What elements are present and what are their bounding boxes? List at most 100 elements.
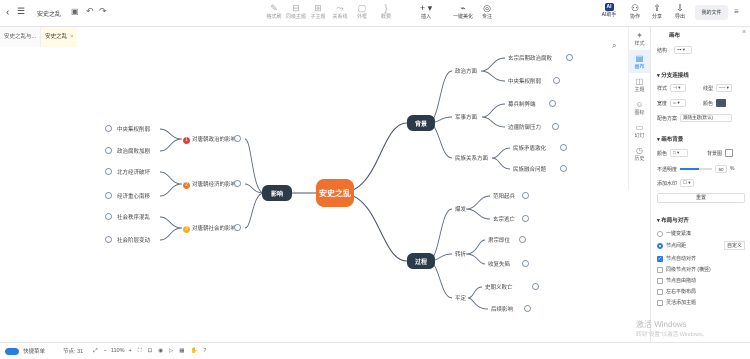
opacity-slider[interactable] [680,168,713,170]
document-title[interactable]: 安史之乱 [37,9,61,18]
opacity-input[interactable]: 60 [715,165,728,173]
shortcut-menu-toggle[interactable] [5,347,19,355]
list-item[interactable]: 募兵制弊端 [508,100,536,108]
more-icon[interactable]: ≡ [734,7,739,16]
close-icon[interactable]: × [70,27,73,47]
status-bar: 快捷菜单 节点: 31 ⤢ − 110% + ⛶ ⊡ ◉ ▷ ▦ ✋ ? [0,342,750,359]
zoom-out-button[interactable]: − [104,348,107,354]
minimap-icon[interactable]: ⊡ [148,348,153,354]
subtopic-military[interactable]: 军事方面 [455,113,477,121]
focus-button[interactable]: ◎ 专注 [476,3,498,21]
export-button[interactable]: ⇩ 导出 [671,4,689,21]
list-item[interactable]: 民族矛盾激化 [513,144,546,152]
option-compact[interactable]: 一键变紧凑 [657,230,691,237]
tab-theme[interactable]: ◫ 主题 [629,73,650,96]
share-button[interactable]: ⇪ 分享 [648,4,666,21]
menu-icon[interactable]: ☰ [17,6,25,17]
list-item[interactable]: 民族融合问题 [513,165,546,173]
line-style-select[interactable]: ⊣ ▾ [670,84,687,92]
tab-current[interactable]: 安史之乱 × [41,27,78,47]
topic-process[interactable]: 过程 [407,253,435,269]
checkbox-auto-align[interactable]: ✓ 节点自动对齐 [657,255,696,262]
tab-canvas[interactable]: ▤ 画布 [629,50,650,73]
tab-style[interactable]: ✦ 样式 [629,27,650,50]
list-item[interactable]: 玄宗后期政治腐败 [508,54,552,62]
topic-background[interactable]: 背景 [407,115,435,131]
tab-first[interactable]: 安史之乱与... [0,27,42,47]
collab-button[interactable]: ⚇ 协作 [626,4,644,21]
relation-line-button[interactable]: ⤳ 关系线 [329,4,351,21]
insert-button[interactable]: + ▾ 插入 [414,4,438,21]
structure-select[interactable]: ⊶ ▾ [674,46,693,54]
list-item[interactable]: 收复失陷 [488,260,510,268]
bg-image-icon[interactable] [725,149,734,157]
redo-icon[interactable]: ↷ [99,6,107,17]
node-marker-icon [566,54,573,61]
mindmap-canvas[interactable]: 安史之乱 背景 过程 影响 政治方面 军事方面 民族关系方面 玄宗后期政治腐败 … [0,41,628,342]
watermark-select[interactable]: ☐ ▾ [680,179,695,187]
undo-icon[interactable]: ↶ [86,6,94,17]
subtopic-ethnic[interactable]: 民族关系方面 [455,154,488,162]
line-color-swatch[interactable] [716,99,727,107]
list-item[interactable]: 北方经济破坏 [117,168,150,176]
reset-button[interactable]: 重置 [657,193,745,203]
list-item[interactable]: 史朝义败亡 [485,283,513,291]
list-item[interactable]: 社会阶层变动 [117,236,150,244]
present-icon[interactable]: ▷ [169,348,173,354]
brush-icon: ✎ [270,3,278,13]
list-item[interactable]: 玄宗逃亡 [493,215,515,223]
tab-icon[interactable]: ☺ 图标 [629,96,650,119]
child-topic-button[interactable]: ⊞ 子主题 [307,4,329,21]
checkbox-flex-add[interactable]: 灵活添加主题 [657,299,696,306]
tab-history[interactable]: ◷ 历史 [629,142,650,165]
subtopic-politics[interactable]: 政治方面 [455,67,477,75]
summary-button[interactable]: } 概要 [375,4,397,21]
list-item[interactable]: 中央集权削弱 [117,125,150,133]
line-type-select[interactable]: ── ▾ [716,84,733,92]
back-icon[interactable]: ‹ [6,7,9,18]
fit-icon[interactable]: ⤢ [93,348,97,355]
subtopic-impact-politics[interactable]: 1 对唐朝政治的影响 [183,135,236,144]
list-item[interactable]: 政治腐败加剧 [117,147,150,155]
spacing-custom-button[interactable]: 自定义 [723,241,745,250]
list-item[interactable]: 社会秩序混乱 [117,213,150,221]
topic-impact[interactable]: 影响 [262,185,292,201]
option-spacing[interactable]: 节点间距 自定义 [657,241,745,250]
help-icon[interactable]: ? [203,348,206,354]
subtopic-impact-economy[interactable]: 2 对唐朝经济的影响 [183,180,236,189]
list-item[interactable]: 后续影响 [491,305,513,313]
locate-icon[interactable]: ◉ [158,348,163,354]
sibling-topic-button[interactable]: ⊟ 同级主题 [285,4,307,21]
my-files-button[interactable]: 我的文件 [695,5,728,20]
checkbox-free-drag[interactable]: 节点自由拖动 [657,277,696,284]
subtopic-outbreak[interactable]: 爆发 [455,205,466,213]
zoom-in-button[interactable]: + [129,348,132,354]
hand-tool-icon[interactable]: ✋ [190,348,197,354]
grid-icon[interactable]: ▦ [179,348,184,354]
zoom-level[interactable]: 110% [111,348,125,354]
format-painter-button[interactable]: ✎ 格式刷 [263,3,285,21]
list-item[interactable]: 范阳起兵 [493,192,515,200]
outline-button[interactable]: ▢ 外框 [351,4,373,21]
list-item[interactable]: 边疆防御压力 [508,123,541,131]
ai-assistant-button[interactable]: AI AI助手 [598,3,620,18]
checkbox-sibling-align[interactable]: 同级节点对齐 (横竖) [657,266,711,273]
tab-slides[interactable]: ▭ 幻灯 [629,119,650,142]
color-scheme-select[interactable]: 跟随主题(默认) [680,114,733,122]
list-item[interactable]: 肃宗即位 [488,236,510,244]
list-item[interactable]: 中央集权削弱 [508,77,541,85]
subtopic-end[interactable]: 平定 [455,294,466,302]
subtopic-impact-society[interactable]: 3 对唐朝社会的影响 [183,224,236,233]
search-icon[interactable]: ⌕ [612,41,616,51]
target-icon: ◎ [483,3,491,13]
subtopic-turn[interactable]: 转折 [455,250,466,258]
root-topic[interactable]: 安史之乱 [316,179,354,207]
bg-color-select[interactable]: □ ▾ [670,149,689,157]
checkbox-balance[interactable]: 左右平衡布局 [657,288,696,295]
line-width-select[interactable]: ═ ▾ [670,99,687,107]
beautify-button[interactable]: ⌁ 一键美化 [451,4,475,21]
save-icon[interactable]: ▣ [71,7,79,16]
close-icon[interactable]: × [742,29,746,36]
fullscreen-icon[interactable]: ⛶ [138,348,142,355]
list-item[interactable]: 经济重心南移 [117,192,150,200]
